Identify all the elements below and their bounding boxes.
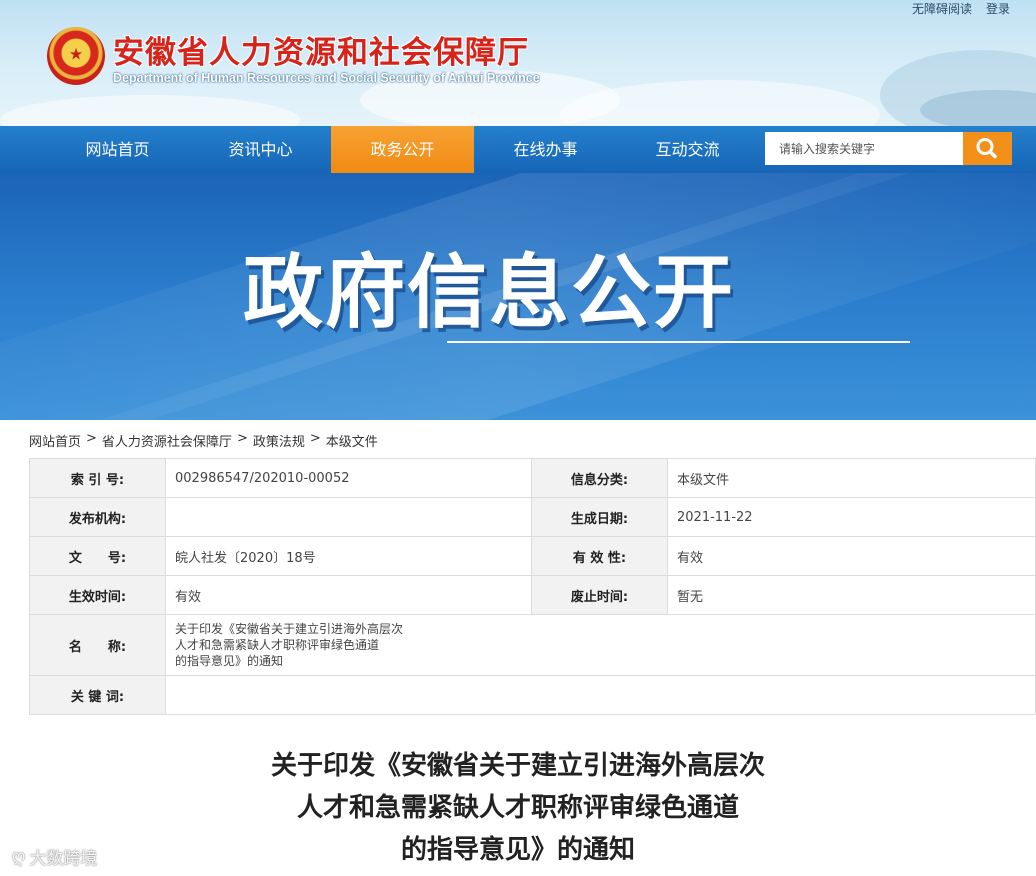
name-value-line: 关于印发《安徽省关于建立引进海外高层次	[175, 622, 404, 636]
table-row: 索 引 号: 002986547/202010-00052 信息分类: 本级文件	[29, 458, 1036, 498]
watermark-logo-icon: ღ	[12, 846, 26, 867]
breadcrumb-department[interactable]: 省人力资源社会保障厅	[102, 431, 232, 450]
search-icon	[976, 138, 997, 159]
publisher-label: 发布机构:	[29, 497, 166, 537]
document-title-line: 人才和急需紧缺人才职称评审绿色通道	[296, 793, 739, 823]
nav-item-news[interactable]: 资讯中心	[189, 126, 332, 173]
table-row: 关 键 词:	[29, 675, 1036, 715]
validity-value: 有效	[667, 536, 1036, 576]
breadcrumb-home[interactable]: 网站首页	[29, 431, 81, 450]
banner-title: 政府信息公开	[243, 246, 735, 339]
document-title-line: 关于印发《安徽省关于建立引进海外高层次	[270, 751, 765, 781]
category-value: 本级文件	[667, 458, 1036, 498]
table-row: 生效时间: 有效 废止时间: 暂无	[29, 575, 1036, 615]
nav-item-online-services[interactable]: 在线办事	[474, 126, 617, 173]
table-row: 文 号: 皖人社发〔2020〕18号 有 效 性: 有效	[29, 536, 1036, 576]
breadcrumb-separator: >	[86, 431, 97, 446]
category-label: 信息分类:	[531, 458, 668, 498]
keywords-value	[165, 675, 1036, 715]
document-title-line: 的指导意见》的通知	[400, 835, 635, 865]
table-row: 名 称: 关于印发《安徽省关于建立引进海外高层次 人才和急需紧缺人才职称评审绿色…	[29, 614, 1036, 676]
index-label: 索 引 号:	[29, 458, 166, 498]
name-value-line: 的指导意见》的通知	[175, 654, 284, 668]
watermark: ღ 大数跨境	[12, 844, 98, 870]
header-cloud	[0, 95, 300, 126]
doc-number-value: 皖人社发〔2020〕18号	[165, 536, 532, 576]
expiry-date-value: 暂无	[667, 575, 1036, 615]
site-header: 无障碍阅读 登录 ★ 安徽省人力资源和社会保障厅 Department of H…	[0, 0, 1036, 126]
effective-date-value: 有效	[165, 575, 532, 615]
login-link[interactable]: 登录	[986, 0, 1010, 17]
date-label: 生成日期:	[531, 497, 668, 537]
effective-date-label: 生效时间:	[29, 575, 166, 615]
expiry-date-label: 废止时间:	[531, 575, 668, 615]
search-button[interactable]	[963, 132, 1012, 165]
star-icon: ★	[68, 44, 84, 64]
document-info-table: 索 引 号: 002986547/202010-00052 信息分类: 本级文件…	[29, 458, 1036, 715]
breadcrumb-current[interactable]: 本级文件	[326, 431, 378, 450]
name-value-line: 人才和急需紧缺人才职称评审绿色通道	[175, 638, 380, 652]
nav-item-government-affairs[interactable]: 政务公开	[331, 126, 474, 173]
name-value: 关于印发《安徽省关于建立引进海外高层次 人才和急需紧缺人才职称评审绿色通道 的指…	[165, 614, 1036, 676]
page-banner: 政府信息公开	[0, 173, 1036, 420]
keywords-label: 关 键 词:	[29, 675, 166, 715]
validity-label: 有 效 性:	[531, 536, 668, 576]
doc-number-label: 文 号:	[29, 536, 166, 576]
search-input[interactable]	[765, 132, 963, 165]
breadcrumb: 网站首页 > 省人力资源社会保障厅 > 政策法规 > 本级文件	[29, 431, 378, 450]
accessibility-link[interactable]: 无障碍阅读	[912, 0, 972, 17]
date-value: 2021-11-22	[667, 497, 1036, 537]
index-value: 002986547/202010-00052	[165, 458, 532, 498]
breadcrumb-separator: >	[236, 431, 248, 446]
nav-item-interaction[interactable]: 互动交流	[616, 126, 759, 173]
banner-underline	[447, 341, 910, 343]
publisher-value	[165, 497, 532, 537]
breadcrumb-policies[interactable]: 政策法规	[253, 431, 305, 450]
name-label: 名 称:	[29, 614, 166, 676]
site-subtitle: Department of Human Resources and Social…	[113, 71, 540, 85]
top-links: 无障碍阅读 登录	[912, 0, 1010, 17]
breadcrumb-separator: >	[309, 431, 321, 446]
nav-item-home[interactable]: 网站首页	[46, 126, 189, 173]
national-emblem-icon: ★	[47, 27, 105, 85]
table-row: 发布机构: 生成日期: 2021-11-22	[29, 497, 1036, 537]
site-title[interactable]: 安徽省人力资源和社会保障厅	[113, 27, 529, 72]
watermark-text: 大数跨境	[29, 849, 98, 869]
